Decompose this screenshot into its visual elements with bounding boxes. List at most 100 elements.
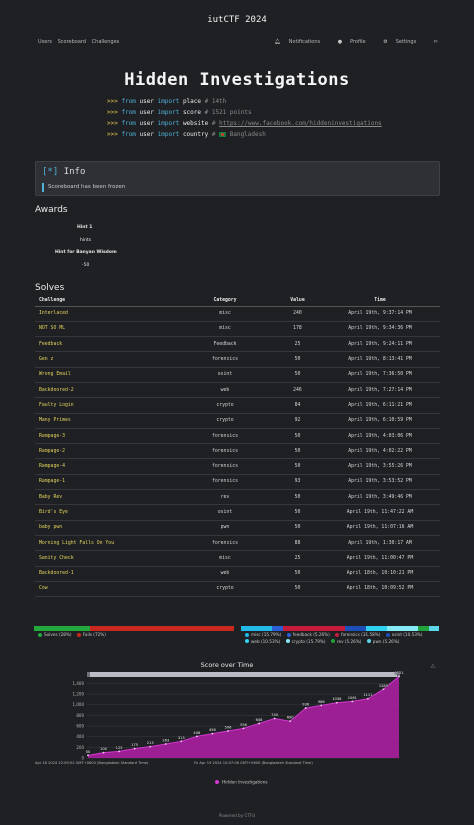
data-point[interactable] (87, 754, 89, 757)
data-point[interactable] (304, 707, 307, 709)
category-legend-item[interactable]: forensics (31.58%) (331, 632, 380, 637)
challenge-link[interactable]: Interlaced (39, 311, 68, 316)
challenge-link[interactable]: Cow (39, 586, 48, 591)
category-legend-item[interactable]: feedback (5.26%) (283, 632, 330, 637)
data-point[interactable] (133, 747, 136, 750)
category-segment[interactable] (282, 626, 346, 631)
category-cell: forensics (175, 458, 275, 475)
challenge-link[interactable]: Rampage-1 (39, 479, 65, 484)
category-segment[interactable] (345, 626, 367, 631)
time-cell: April 19th, 7:36:50 PM (320, 367, 440, 383)
col-time[interactable]: Time (320, 295, 440, 307)
category-segment[interactable] (241, 626, 273, 631)
solve-ratio-legend-item[interactable]: Solves (28%) (34, 632, 72, 637)
challenge-link[interactable]: Many Primes (39, 418, 71, 423)
category-segment[interactable] (386, 626, 419, 631)
data-label: 313 (178, 736, 185, 740)
data-point[interactable] (273, 717, 276, 720)
challenge-link[interactable]: baby pwn (39, 525, 62, 530)
challenge-link[interactable]: Rampage-2 (39, 449, 65, 454)
challenge-cell: NOT SO ML (35, 321, 175, 338)
data-point[interactable] (118, 750, 120, 753)
footer-powered-by[interactable]: Powered by CTFd (0, 813, 474, 818)
data-point[interactable] (195, 735, 198, 738)
col-challenge[interactable]: Challenge (35, 295, 175, 307)
data-point[interactable] (320, 704, 323, 707)
y-tick-label: 1,400 (73, 681, 85, 686)
challenge-link[interactable]: Backdoored-1 (39, 571, 74, 576)
category-segment[interactable] (428, 626, 439, 631)
challenge-link[interactable]: Gen z (39, 357, 53, 362)
challenge-link[interactable]: Morning Light Falls On You (39, 541, 114, 546)
nav-logout-link[interactable]: ⇰ (426, 39, 438, 45)
category-legend-item[interactable]: crypto (15.79%) (282, 639, 326, 644)
warning-icon[interactable]: ⚠ (430, 663, 436, 670)
category-legend-item[interactable]: osint (10.53%) (382, 632, 423, 637)
nav-scoreboard-link[interactable]: Scoreboard (58, 39, 86, 45)
range-slider-handle-left[interactable] (87, 672, 90, 677)
data-point[interactable] (180, 740, 183, 743)
nav-users-link[interactable]: Users (38, 39, 52, 45)
data-point[interactable] (382, 688, 385, 691)
category-segment[interactable] (272, 626, 283, 631)
data-label: 50 (86, 750, 91, 754)
bangladesh-flag-icon (219, 131, 227, 137)
category-legend-item[interactable]: misc (15.79%) (241, 632, 281, 637)
challenge-link[interactable]: Baby Rev (39, 495, 62, 500)
time-cell: April 19th, 8:13:41 PM (320, 351, 440, 368)
time-cell: April 19th, 3:49:46 PM (320, 489, 440, 506)
data-point[interactable] (289, 720, 292, 723)
legend-dot-icon (286, 632, 291, 637)
value-cell: 246 (275, 382, 320, 399)
challenge-link[interactable]: Faulty Login (39, 403, 74, 408)
col-value[interactable]: Value (275, 295, 320, 307)
category-legend-item[interactable]: web (10.53%) (241, 639, 280, 644)
brand-title[interactable]: iutCTF 2024 (0, 15, 474, 25)
legend-dot-icon[interactable] (215, 780, 219, 784)
value-cell: 88 (275, 535, 320, 552)
category-segment[interactable] (366, 626, 387, 631)
nav-profile-link[interactable]: ● Profile (330, 39, 366, 45)
nav-settings-link[interactable]: ⚙ Settings (375, 39, 416, 45)
data-point[interactable] (211, 732, 214, 735)
challenge-link[interactable]: Wrong Email (39, 372, 71, 377)
data-point[interactable] (227, 730, 229, 732)
challenge-link[interactable]: Sanity Check (39, 556, 74, 561)
challenge-cell: Faulty Login (35, 397, 175, 414)
data-point[interactable] (164, 743, 167, 745)
category-cell: rev (175, 489, 275, 506)
data-label: 648 (256, 718, 264, 722)
value-cell: 25 (275, 336, 320, 353)
challenge-link[interactable]: Feedback (39, 342, 62, 347)
category-legend-item[interactable]: pwn (5.26%) (363, 639, 399, 644)
range-slider-track[interactable] (87, 672, 400, 677)
nav-challenges-link[interactable]: Challenges (92, 39, 120, 45)
data-point[interactable] (335, 701, 338, 704)
nav-notifications-link[interactable]: 🔔︎ Notifications (266, 39, 320, 45)
info-message: Scoreboard has been frozen (48, 184, 126, 190)
challenge-link[interactable]: Rampage-4 (39, 464, 65, 469)
challenge-link[interactable]: Rampage-3 (39, 434, 65, 439)
data-point[interactable] (149, 745, 152, 748)
data-point[interactable] (258, 722, 260, 725)
challenge-link[interactable]: Backdoored-2 (39, 388, 74, 393)
category-legend-item[interactable]: rev (5.26%) (327, 639, 361, 644)
solve-ratio-legend-item[interactable]: Fails (72%) (73, 632, 106, 637)
challenge-link[interactable]: NOT SO ML (39, 326, 65, 331)
solve-ratio-legend-label: Solves (28%) (44, 632, 72, 637)
solve-ratio-segment[interactable] (90, 626, 234, 631)
data-point[interactable] (398, 675, 400, 678)
solve-ratio-segment[interactable] (34, 626, 90, 631)
data-point[interactable] (351, 700, 354, 703)
challenge-cell: Gen z (35, 351, 175, 368)
value-cell: 50 (275, 351, 320, 368)
data-point[interactable] (102, 751, 105, 754)
challenge-link[interactable]: Bird's Eye (39, 510, 68, 515)
data-point[interactable] (242, 727, 245, 730)
category-segment[interactable] (418, 626, 429, 631)
website-link[interactable]: https://www.facebook.com/hiddeninvestiga… (219, 120, 382, 127)
data-point[interactable] (367, 697, 369, 700)
legend-label[interactable]: Hidden Investigations (222, 780, 268, 785)
col-category[interactable]: Category (175, 295, 275, 307)
country-key: country (182, 131, 209, 138)
